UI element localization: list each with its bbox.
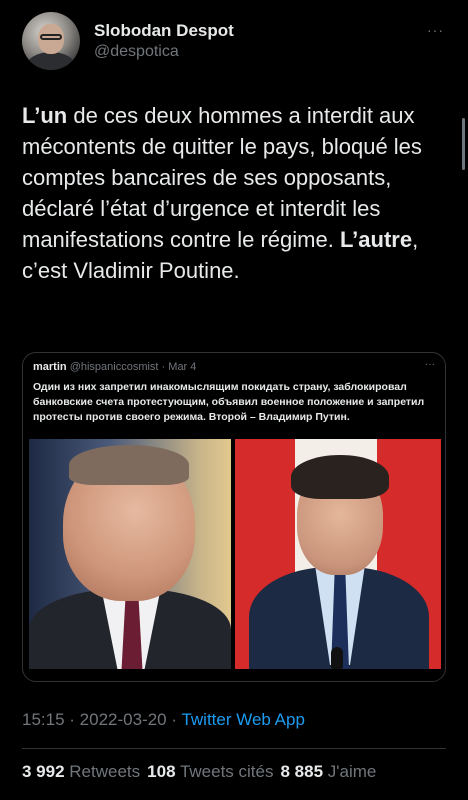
avatar[interactable] — [22, 12, 80, 70]
avatar-glasses — [40, 34, 62, 40]
tweet-stats: 3 992 Retweets 108 Tweets cités 8 885 J'ai… — [22, 762, 376, 782]
microphone-icon — [331, 647, 343, 669]
retweets-stat[interactable]: 3 992 Retweets — [22, 762, 140, 781]
quotes-label: Tweets cités — [179, 762, 274, 781]
quoted-author-name: martin — [33, 361, 67, 373]
divider — [22, 748, 446, 749]
likes-label: J'aime — [327, 762, 377, 781]
tweet-time[interactable]: 15:15 — [22, 710, 65, 729]
scrollbar[interactable] — [462, 118, 465, 170]
avatar-shoulders — [26, 52, 76, 70]
quoted-tweet-text: Один из них запретил инакомыслящим покид… — [33, 381, 425, 423]
quoted-author-handle: @hispaniccosmist — [69, 361, 159, 373]
trudeau-photo[interactable] — [235, 439, 441, 669]
tweet-text-bold-1: L’un — [22, 103, 68, 128]
quoted-tweet-header: martin @hispaniccosmist · Mar 4 — [33, 361, 196, 373]
author-handle[interactable]: @despotica — [94, 43, 179, 61]
quoted-tweet-card[interactable]: martin @hispaniccosmist · Mar 4 ··· Один… — [22, 352, 446, 682]
quoted-more-icon: ··· — [425, 359, 435, 370]
author-name[interactable]: Slobodan Despot — [94, 21, 234, 41]
putin-photo[interactable] — [29, 439, 231, 669]
quotes-stat[interactable]: 108 Tweets cités — [147, 762, 273, 781]
tweet-source-link[interactable]: Twitter Web App — [181, 710, 304, 729]
likes-count: 8 885 — [280, 762, 324, 781]
quoted-separator: · — [158, 361, 169, 373]
meta-separator: · — [64, 710, 80, 729]
tweet-header: Slobodan Despot @despotica ··· — [20, 10, 450, 72]
tweet-text: L’un de ces deux hommes a interdit aux m… — [22, 100, 450, 286]
retweets-label: Retweets — [69, 762, 141, 781]
more-options-icon[interactable]: ··· — [427, 22, 444, 38]
tweet-date[interactable]: 2022-03-20 — [80, 710, 167, 729]
likes-stat[interactable]: 8 885 J'aime — [281, 762, 377, 781]
tweet-text-bold-2: L’autre — [339, 227, 413, 252]
meta-separator-2: · — [166, 710, 182, 729]
quotes-count: 108 — [147, 762, 176, 781]
retweets-count: 3 992 — [22, 762, 65, 781]
tweet-meta: 15:15 · 2022-03-20 · Twitter Web App — [22, 710, 305, 730]
tweet-detail-view: Slobodan Despot @despotica ··· L’un de c… — [0, 0, 468, 800]
trudeau-hair — [291, 455, 389, 499]
quoted-date: Mar 4 — [168, 361, 197, 373]
putin-hair — [69, 445, 189, 485]
